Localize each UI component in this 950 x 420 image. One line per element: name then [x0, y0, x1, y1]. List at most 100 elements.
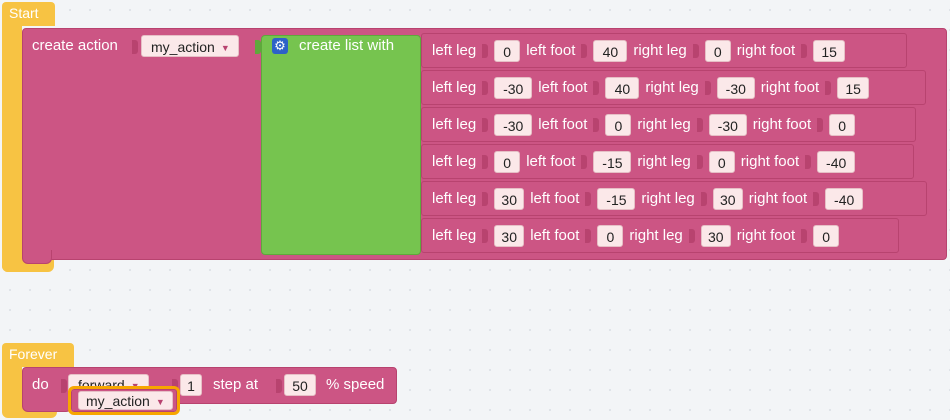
input-tab [585, 191, 592, 206]
start-hat-arm [2, 24, 22, 272]
action-name-value: my_action [151, 39, 215, 55]
left-foot-value[interactable]: 40 [605, 76, 640, 99]
speed-value[interactable]: 50 [284, 374, 316, 396]
right-foot-value[interactable]: 15 [813, 39, 846, 62]
input-tab [692, 43, 699, 58]
left-leg-value[interactable]: 30 [494, 224, 525, 247]
speed-label: % speed [326, 376, 385, 393]
input-tab [825, 80, 832, 95]
right-foot-value[interactable]: 15 [837, 76, 870, 99]
left-foot-value[interactable]: -15 [597, 187, 636, 210]
right-leg-value[interactable]: -30 [708, 113, 747, 136]
start-hat[interactable]: Start [2, 2, 55, 26]
input-tab [688, 228, 695, 243]
chevron-down-icon: ▼ [155, 397, 165, 407]
right-foot-value[interactable]: -40 [825, 187, 864, 210]
create-action-label: create action [32, 37, 118, 54]
left-foot-value[interactable]: 40 [593, 39, 628, 62]
right-foot-label: right foot [740, 152, 800, 170]
chevron-down-icon: ▼ [220, 43, 230, 53]
leg-row-5[interactable]: left leg 30 left foot -15 right leg 30 r… [421, 181, 927, 216]
right-foot-label: right foot [736, 41, 796, 59]
input-tab [585, 228, 592, 243]
create-action-block-notch [22, 250, 52, 264]
input-tab [805, 154, 812, 169]
left-leg-label: left leg [432, 41, 477, 59]
left-foot-value[interactable]: 0 [597, 224, 624, 247]
right-leg-label: right leg [629, 226, 683, 244]
left-leg-value[interactable]: 0 [494, 39, 521, 62]
left-leg-label: left leg [432, 78, 477, 96]
left-foot-label: left foot [526, 41, 576, 59]
input-tab [482, 228, 489, 243]
left-leg-label: left leg [432, 226, 477, 244]
leg-row-4[interactable]: left leg 0 left foot -15 right leg 0 rig… [421, 144, 914, 179]
input-tab [813, 191, 820, 206]
input-tab [593, 117, 600, 132]
gear-icon[interactable]: ⚙ [272, 38, 288, 54]
input-tab [581, 154, 588, 169]
left-foot-label: left foot [538, 78, 588, 96]
right-foot-label: right foot [748, 189, 808, 207]
left-foot-value[interactable]: 0 [605, 113, 632, 136]
forever-hat[interactable]: Forever [2, 343, 74, 367]
left-leg-value[interactable]: 0 [494, 150, 521, 173]
input-tab [482, 191, 489, 206]
input-tab [817, 117, 824, 132]
create-list-block[interactable] [261, 35, 421, 255]
left-foot-label: left foot [526, 152, 576, 170]
right-leg-value[interactable]: 30 [712, 187, 743, 210]
input-tab [61, 379, 67, 393]
right-leg-label: right leg [637, 115, 691, 133]
action-variable-dropdown[interactable]: my_action ▼ [78, 391, 173, 410]
right-leg-label: right leg [645, 78, 699, 96]
do-label: do [32, 376, 49, 393]
leg-row-3[interactable]: left leg -30 left foot 0 right leg -30 r… [421, 107, 916, 142]
left-leg-label: left leg [432, 152, 477, 170]
create-list-label: create list with [299, 37, 395, 54]
input-tab [700, 191, 707, 206]
input-tab [482, 154, 489, 169]
start-hat-label: Start [9, 5, 39, 21]
input-tab [801, 43, 808, 58]
right-foot-value[interactable]: -40 [817, 150, 856, 173]
step-at-label: step at [213, 376, 259, 393]
left-leg-value[interactable]: -30 [494, 113, 533, 136]
input-tab [593, 80, 600, 95]
move-do-block-notch [22, 398, 72, 412]
right-leg-value[interactable]: 30 [700, 224, 731, 247]
left-foot-value[interactable]: -15 [593, 150, 632, 173]
input-tab [132, 40, 138, 54]
input-tab [482, 80, 489, 95]
right-leg-value[interactable]: 0 [704, 39, 731, 62]
right-foot-label: right foot [760, 78, 820, 96]
right-leg-value[interactable]: 0 [708, 150, 735, 173]
left-foot-label: left foot [530, 226, 580, 244]
input-tab [696, 117, 703, 132]
right-foot-value[interactable]: 0 [829, 113, 856, 136]
input-tab [696, 154, 703, 169]
left-foot-label: left foot [530, 189, 580, 207]
right-leg-label: right leg [637, 152, 691, 170]
input-tab [801, 228, 808, 243]
leg-row-6[interactable]: left leg 30 left foot 0 right leg 30 rig… [421, 218, 899, 253]
action-variable-block[interactable]: my_action ▼ [68, 386, 180, 415]
right-leg-label: right leg [633, 41, 687, 59]
input-tab [482, 117, 489, 132]
left-leg-value[interactable]: -30 [494, 76, 533, 99]
leg-row-1[interactable]: left leg 0 left foot 40 right leg 0 righ… [421, 33, 907, 68]
forever-hat-label: Forever [9, 346, 58, 362]
list-output-tab [255, 40, 261, 54]
right-leg-value[interactable]: -30 [716, 76, 755, 99]
action-variable-value: my_action [86, 393, 150, 409]
left-leg-value[interactable]: 30 [494, 187, 525, 210]
action-name-dropdown[interactable]: my_action ▼ [141, 35, 239, 57]
steps-value[interactable]: 1 [180, 374, 202, 396]
input-tab [704, 80, 711, 95]
left-leg-label: left leg [432, 115, 477, 133]
left-foot-label: left foot [538, 115, 588, 133]
right-leg-label: right leg [641, 189, 695, 207]
right-foot-label: right foot [752, 115, 812, 133]
right-foot-value[interactable]: 0 [813, 224, 840, 247]
leg-row-2[interactable]: left leg -30 left foot 40 right leg -30 … [421, 70, 926, 105]
